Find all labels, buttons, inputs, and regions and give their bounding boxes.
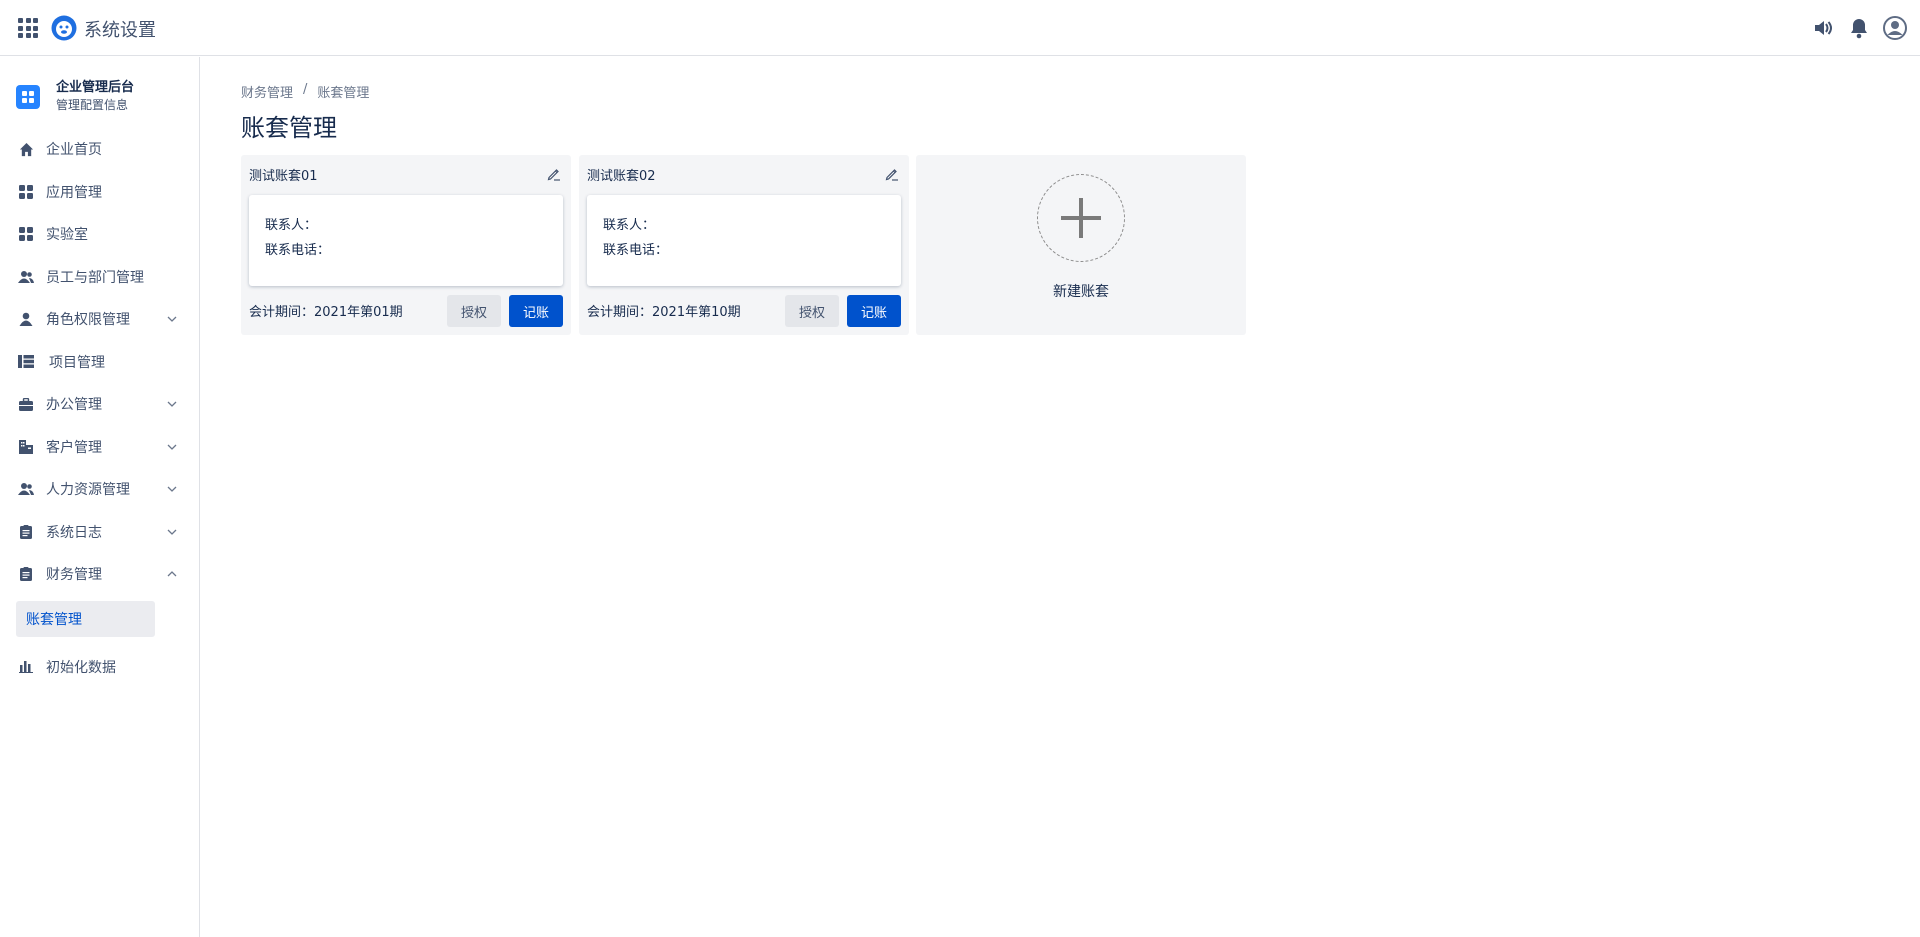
- sidebar-item-hr[interactable]: 人力资源管理: [0, 468, 200, 511]
- phone-label: 联系电话：: [265, 243, 331, 258]
- sidebar-subitem-account-sets[interactable]: 账套管理: [16, 600, 155, 637]
- chevron-down-icon[interactable]: [166, 398, 178, 410]
- app-title: 系统设置: [84, 20, 156, 41]
- org-header: 企业管理后台 管理配置信息: [16, 79, 134, 113]
- sidebar-item-staff[interactable]: 员工与部门管理: [0, 256, 200, 299]
- sidebar-item-label: 办公管理: [46, 397, 102, 414]
- user-avatar-icon[interactable]: [1882, 15, 1908, 41]
- sidebar-item-label: 企业首页: [46, 142, 102, 159]
- monkey-logo-icon: [51, 15, 77, 41]
- breadcrumb-separator: /: [303, 82, 308, 97]
- bookkeeping-button[interactable]: 记账: [847, 295, 901, 327]
- accounting-period: 会计期间：2021年第10期: [587, 305, 741, 320]
- sidebar-item-home[interactable]: 企业首页: [0, 128, 200, 171]
- chevron-down-icon[interactable]: [166, 483, 178, 495]
- people-icon: [18, 481, 34, 497]
- plus-circle: [1037, 174, 1125, 262]
- bell-icon[interactable]: [1846, 15, 1872, 41]
- apps-icon: [18, 226, 34, 242]
- sidebar-item-projects[interactable]: 项目管理: [0, 341, 200, 384]
- breadcrumb-link-finance[interactable]: 财务管理: [241, 82, 293, 101]
- contact-label: 联系人：: [265, 218, 318, 233]
- sidebar-item-label: 项目管理: [49, 354, 105, 371]
- card-body: 联系人： 联系电话：: [587, 195, 901, 286]
- phone-label: 联系电话：: [603, 243, 669, 258]
- top-bar: 系统设置: [0, 0, 1920, 56]
- app-grid-icon[interactable]: [18, 18, 38, 38]
- chevron-down-icon[interactable]: [166, 313, 178, 325]
- sidebar-item-label: 初始化数据: [46, 659, 116, 676]
- card-body: 联系人： 联系电话：: [249, 195, 563, 286]
- contact-label: 联系人：: [603, 218, 656, 233]
- sidebar-subitem-label: 账套管理: [26, 611, 82, 628]
- sidebar-item-label: 系统日志: [46, 524, 102, 541]
- building-icon: [18, 439, 34, 455]
- sidebar-item-label: 应用管理: [46, 184, 102, 201]
- bar-chart-icon: [18, 659, 34, 675]
- people-icon: [18, 269, 34, 285]
- chevron-up-icon[interactable]: [166, 568, 178, 580]
- clipboard-icon: [18, 524, 34, 540]
- account-set-card: 测试账套01 联系人： 联系电话： 会计期间：2021年第01期 授权 记账: [241, 155, 571, 335]
- sidebar: 企业管理后台 管理配置信息 企业首页 应用管理 实验室 员工与部门管理 角色权限…: [0, 57, 200, 937]
- org-apps-icon: [16, 85, 40, 109]
- briefcase-icon: [18, 396, 34, 412]
- sidebar-item-apps[interactable]: 应用管理: [0, 171, 200, 214]
- sidebar-item-logs[interactable]: 系统日志: [0, 511, 200, 554]
- sidebar-item-label: 财务管理: [46, 567, 102, 584]
- org-name: 企业管理后台: [56, 80, 135, 95]
- chevron-down-icon[interactable]: [166, 526, 178, 538]
- page-title: 账套管理: [241, 114, 337, 142]
- speaker-icon[interactable]: [1810, 15, 1836, 41]
- clipboard-icon: [18, 566, 34, 582]
- sidebar-item-label: 客户管理: [46, 439, 102, 456]
- bookkeeping-button[interactable]: 记账: [509, 295, 563, 327]
- grant-button[interactable]: 授权: [785, 295, 839, 327]
- person-icon: [18, 311, 34, 327]
- sidebar-item-lab[interactable]: 实验室: [0, 213, 200, 256]
- sidebar-item-office[interactable]: 办公管理: [0, 383, 200, 426]
- sidebar-item-init-data[interactable]: 初始化数据: [0, 646, 200, 689]
- card-title: 测试账套02: [587, 169, 656, 184]
- sidebar-item-label: 实验室: [46, 227, 88, 244]
- breadcrumb-link-account-sets[interactable]: 账套管理: [317, 82, 369, 101]
- card-title: 测试账套01: [249, 169, 318, 184]
- new-account-set-card[interactable]: 新建账套: [916, 155, 1246, 335]
- account-set-card: 测试账套02 联系人： 联系电话： 会计期间：2021年第10期 授权 记账: [579, 155, 909, 335]
- list-icon: [18, 354, 34, 370]
- sidebar-item-label: 角色权限管理: [46, 312, 130, 329]
- edit-icon[interactable]: [547, 167, 561, 181]
- plus-icon: [1061, 198, 1101, 238]
- sidebar-item-finance[interactable]: 财务管理: [0, 553, 200, 596]
- sidebar-item-roles[interactable]: 角色权限管理: [0, 298, 200, 341]
- edit-icon[interactable]: [885, 167, 899, 181]
- home-icon: [18, 141, 34, 157]
- new-account-set-label: 新建账套: [1053, 284, 1109, 300]
- apps-icon: [18, 184, 34, 200]
- sidebar-item-customers[interactable]: 客户管理: [0, 426, 200, 469]
- org-subtitle: 管理配置信息: [56, 98, 129, 112]
- sidebar-item-label: 员工与部门管理: [46, 269, 144, 286]
- breadcrumb: 财务管理 / 账套管理: [241, 82, 369, 101]
- sidebar-item-label: 人力资源管理: [46, 482, 130, 499]
- grant-button[interactable]: 授权: [447, 295, 501, 327]
- accounting-period: 会计期间：2021年第01期: [249, 305, 403, 320]
- sidebar-nav: 企业首页 应用管理 实验室 员工与部门管理 角色权限管理 项目管理 办公管理 客…: [0, 128, 200, 688]
- chevron-down-icon[interactable]: [166, 441, 178, 453]
